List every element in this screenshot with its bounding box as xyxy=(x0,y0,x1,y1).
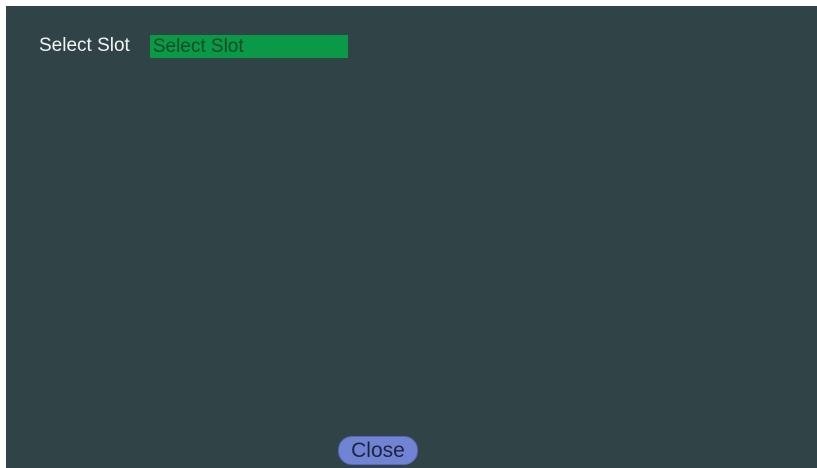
slot-select-dropdown[interactable]: Select Slot xyxy=(149,34,348,58)
select-slot-label: Select Slot xyxy=(39,35,130,56)
dialog-panel: Select Slot Select Slot Close xyxy=(6,6,817,468)
close-button[interactable]: Close xyxy=(338,436,418,465)
slot-row: Select Slot Select Slot xyxy=(39,33,348,59)
